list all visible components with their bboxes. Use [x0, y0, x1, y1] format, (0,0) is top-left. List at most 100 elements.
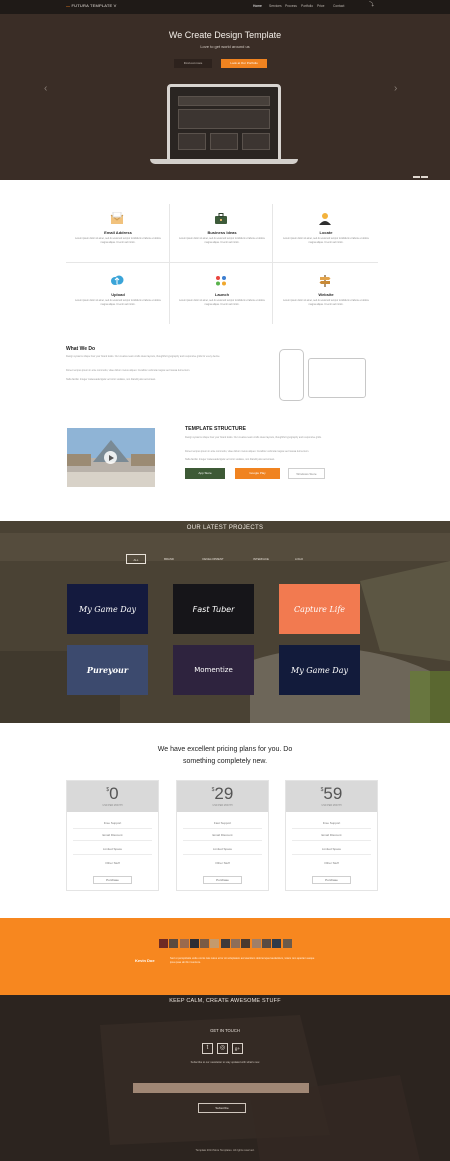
nav-item-price[interactable]: Price — [317, 4, 333, 8]
envelope-icon — [110, 212, 124, 224]
prev-slide-icon[interactable]: ‹ — [44, 84, 47, 94]
nav-item-services[interactable]: Services — [269, 4, 285, 8]
nav-item-portfolio[interactable]: Portfolio — [301, 4, 317, 8]
play-icon[interactable] — [104, 451, 117, 464]
avatar[interactable] — [282, 939, 292, 948]
plan-feature: Limited Space — [321, 847, 341, 851]
hero-slider: We Create Design Template Love to get wo… — [0, 14, 450, 180]
rocket-icon — [216, 276, 226, 286]
project-tile[interactable]: Fast Tuber — [173, 584, 254, 634]
briefcase-icon — [215, 213, 227, 224]
hero-title: We Create Design Template — [168, 30, 282, 40]
template-structure-title: TEMPLATE STRUCTURE — [185, 426, 246, 432]
latest-projects-section: OUR LATEST PROJECTS ALL BRAND DEVELOPMEN… — [0, 521, 450, 723]
avatar[interactable] — [231, 939, 241, 948]
avatar[interactable] — [220, 939, 230, 948]
portfolio-button[interactable]: Look at Our Portfolio — [221, 59, 267, 68]
purchase-button[interactable]: Purchase — [93, 876, 132, 884]
windows-store-button[interactable]: Windows Store — [288, 468, 325, 479]
project-tile[interactable]: Momentize — [173, 645, 254, 695]
plan-price: $59 — [320, 784, 343, 803]
feature-text: Lorem ipsum dolor sit amet, sed do eiusm… — [283, 237, 369, 244]
filter-all[interactable]: ALL — [126, 554, 146, 564]
dribbble-icon[interactable]: ◎ — [217, 1043, 228, 1054]
testimonial-section: Kevin Doe Sed ut perspiciatis unde omnis… — [0, 918, 450, 995]
template-structure-paragraph: Design systems shape how your brand look… — [185, 436, 322, 439]
divider — [292, 854, 371, 855]
get-in-touch-title: GET IN TOUCH — [210, 1028, 240, 1033]
nav-item-home[interactable]: Home — [253, 4, 269, 8]
mockup-card — [242, 133, 270, 150]
google-play-button[interactable]: Google Play — [235, 468, 280, 479]
share-icon[interactable]: ⤵ — [369, 2, 375, 8]
avatar[interactable] — [200, 939, 210, 948]
divider — [73, 840, 152, 841]
project-tile[interactable]: Pureyour — [67, 645, 148, 695]
testimonial-author: Kevin Doe — [135, 958, 155, 963]
avatar[interactable] — [169, 939, 179, 948]
feature-email: Email Address Lorem ipsum dolor sit amet… — [66, 204, 170, 264]
pricing-heading-line: We have excellent pricing plans for you.… — [157, 746, 293, 753]
avatar[interactable] — [251, 939, 261, 948]
what-we-do-paragraph: Nulla facilisi. Integer malesuada ligula… — [66, 378, 156, 381]
purchase-button[interactable]: Purchase — [312, 876, 351, 884]
feature-website: Website Lorem ipsum dolor sit amet, sed … — [274, 266, 378, 326]
project-tile[interactable]: My Game Day — [279, 645, 360, 695]
projects-title: OUR LATEST PROJECTS — [186, 525, 264, 531]
app-store-button[interactable]: App Store — [185, 468, 225, 479]
filter-brand[interactable]: BRAND — [157, 554, 181, 564]
what-we-do-paragraph: Design systems shape how your brand look… — [66, 355, 221, 358]
filter-logo[interactable]: LOGO — [288, 554, 310, 564]
slider-dot[interactable] — [421, 176, 428, 178]
find-out-more-button[interactable]: Find out more — [174, 59, 212, 68]
avatar[interactable] — [241, 939, 251, 948]
feature-title: Launch — [214, 292, 230, 297]
twitter-icon[interactable]: t — [202, 1043, 213, 1054]
avatar[interactable] — [179, 939, 189, 948]
testimonial-quote: Sed ut perspiciatis unde omnis iste natu… — [170, 957, 315, 965]
plan-feature: Free Support — [322, 821, 341, 825]
signpost-icon — [319, 275, 331, 287]
mockup-content-block — [178, 109, 270, 129]
main-menu: Home Services Process Portfolio Price Co… — [253, 4, 349, 8]
avatar[interactable] — [189, 939, 199, 948]
user-icon — [319, 213, 331, 225]
google-plus-icon[interactable]: g+ — [232, 1043, 243, 1054]
feature-text: Lorem ipsum dolor sit amet, sed do eiusm… — [75, 299, 161, 306]
slider-dot[interactable] — [413, 176, 420, 178]
divider — [183, 840, 262, 841]
next-slide-icon[interactable]: › — [394, 84, 397, 94]
nav-item-process[interactable]: Process — [285, 4, 301, 8]
video-thumbnail[interactable] — [67, 428, 155, 487]
purchase-button[interactable]: Purchase — [203, 876, 242, 884]
plan-period: USD PER MONTH — [321, 804, 342, 807]
plan-feature: Other Stuff — [324, 861, 339, 865]
mockup-header-block — [178, 96, 270, 106]
avatar[interactable] — [261, 939, 271, 948]
project-tile[interactable]: My Game Day — [67, 584, 148, 634]
filter-interface[interactable]: INTERFACE — [245, 554, 277, 564]
template-structure-paragraph: Nulla facilisi. Integer malesuada ligula… — [185, 458, 275, 461]
phone-outline-illustration — [279, 349, 304, 401]
subscribe-note: Subscribe to our newsletter to stay upda… — [190, 1061, 260, 1064]
divider — [292, 828, 371, 829]
site-logo[interactable]: — FUTURA TEMPLATE V — [66, 3, 117, 8]
feature-title: Email Address — [104, 230, 132, 235]
avatar[interactable] — [272, 939, 282, 948]
hero-subtitle: Love to get world around us — [200, 44, 250, 49]
project-tile-label: My Game Day — [79, 604, 136, 614]
plan-feature: Email Discount — [212, 833, 233, 837]
avatar[interactable] — [210, 939, 220, 948]
avatar[interactable] — [159, 939, 168, 948]
plan-price: $29 — [211, 784, 234, 803]
plan-feature: Other Stuff — [215, 861, 230, 865]
subscribe-button[interactable]: Subscribe — [198, 1103, 246, 1113]
laptop-base — [150, 159, 298, 164]
project-tile-label: Momentize — [194, 666, 233, 674]
laptop-illustration — [167, 84, 281, 162]
filter-development[interactable]: DEVELOPMENT — [193, 554, 233, 564]
project-tile[interactable]: Capture Life — [279, 584, 360, 634]
plan-feature: Fast Support — [213, 821, 232, 825]
email-field[interactable] — [133, 1083, 309, 1093]
nav-item-contact[interactable]: Contact — [333, 4, 349, 8]
